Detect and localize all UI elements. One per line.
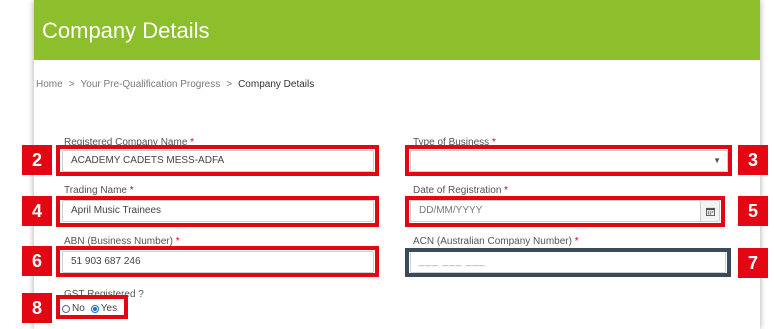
breadcrumb-separator: > — [68, 79, 75, 90]
required-marker: * — [491, 137, 496, 148]
abn-label-text: ABN (Business Number) — [64, 236, 173, 247]
page-title: Company Details — [42, 18, 210, 43]
page-header: Company Details — [34, 0, 760, 60]
required-marker: * — [574, 236, 579, 247]
trading-name-label: Trading Name * — [64, 185, 134, 196]
breadcrumb-home-link[interactable]: Home — [36, 79, 63, 90]
registration-date-placeholder: DD/MM/YYYY — [419, 205, 483, 216]
badge-8: 8 — [22, 293, 52, 323]
gst-option-no[interactable]: No — [62, 303, 85, 314]
required-marker: * — [190, 137, 195, 148]
breadcrumb-current: Company Details — [238, 79, 315, 90]
registration-date-label-text: Date of Registration — [413, 185, 502, 196]
badge-3: 3 — [738, 145, 768, 175]
acn-label-text: ACN (Australian Company Number) — [413, 236, 572, 247]
company-name-label-text: Registered Company Name — [64, 137, 188, 148]
calendar-icon[interactable] — [700, 201, 719, 221]
business-type-label-text: Type of Business — [413, 137, 490, 148]
trading-name-label-text: Trading Name — [64, 185, 127, 196]
trading-name-input[interactable]: April Music Trainees — [62, 200, 374, 222]
badge-2: 2 — [22, 145, 52, 175]
gst-label: GST Registered ? — [64, 289, 144, 300]
acn-input[interactable]: ___ ___ ___ — [410, 251, 726, 273]
badge-5: 5 — [738, 196, 768, 226]
breadcrumb-separator: > — [226, 79, 233, 90]
abn-label: ABN (Business Number) * — [64, 236, 180, 247]
required-marker: * — [175, 236, 180, 247]
required-marker: * — [129, 185, 134, 196]
registration-date-input[interactable]: DD/MM/YYYY — [410, 200, 720, 222]
badge-4: 4 — [22, 196, 52, 226]
abn-input[interactable]: 51 903 687 246 — [62, 251, 374, 273]
business-type-select[interactable]: ▼ — [410, 150, 728, 172]
gst-radio-group: No Yes — [62, 303, 121, 314]
badge-6: 6 — [22, 246, 52, 276]
acn-label: ACN (Australian Company Number) * — [413, 236, 579, 247]
breadcrumb: Home > Your Pre-Qualification Progress > Com… — [36, 79, 314, 90]
gst-option-yes[interactable]: Yes — [90, 303, 118, 314]
radio-button-yes[interactable] — [90, 304, 99, 313]
acn-placeholder: ___ ___ ___ — [419, 256, 486, 267]
radio-button-no[interactable] — [62, 304, 70, 313]
chevron-down-icon: ▼ — [713, 156, 721, 165]
company-name-input[interactable]: ACADEMY CADETS MESS-ADFA — [62, 150, 374, 172]
breadcrumb-progress-link[interactable]: Your Pre-Qualification Progress — [81, 79, 221, 90]
gst-option-yes-label: Yes — [100, 303, 118, 314]
company-name-label: Registered Company Name * — [64, 137, 194, 148]
required-marker: * — [504, 185, 509, 196]
business-type-label: Type of Business * — [413, 137, 496, 148]
gst-option-no-label: No — [72, 303, 85, 314]
registration-date-label: Date of Registration * — [413, 185, 508, 196]
badge-7: 7 — [738, 248, 768, 278]
